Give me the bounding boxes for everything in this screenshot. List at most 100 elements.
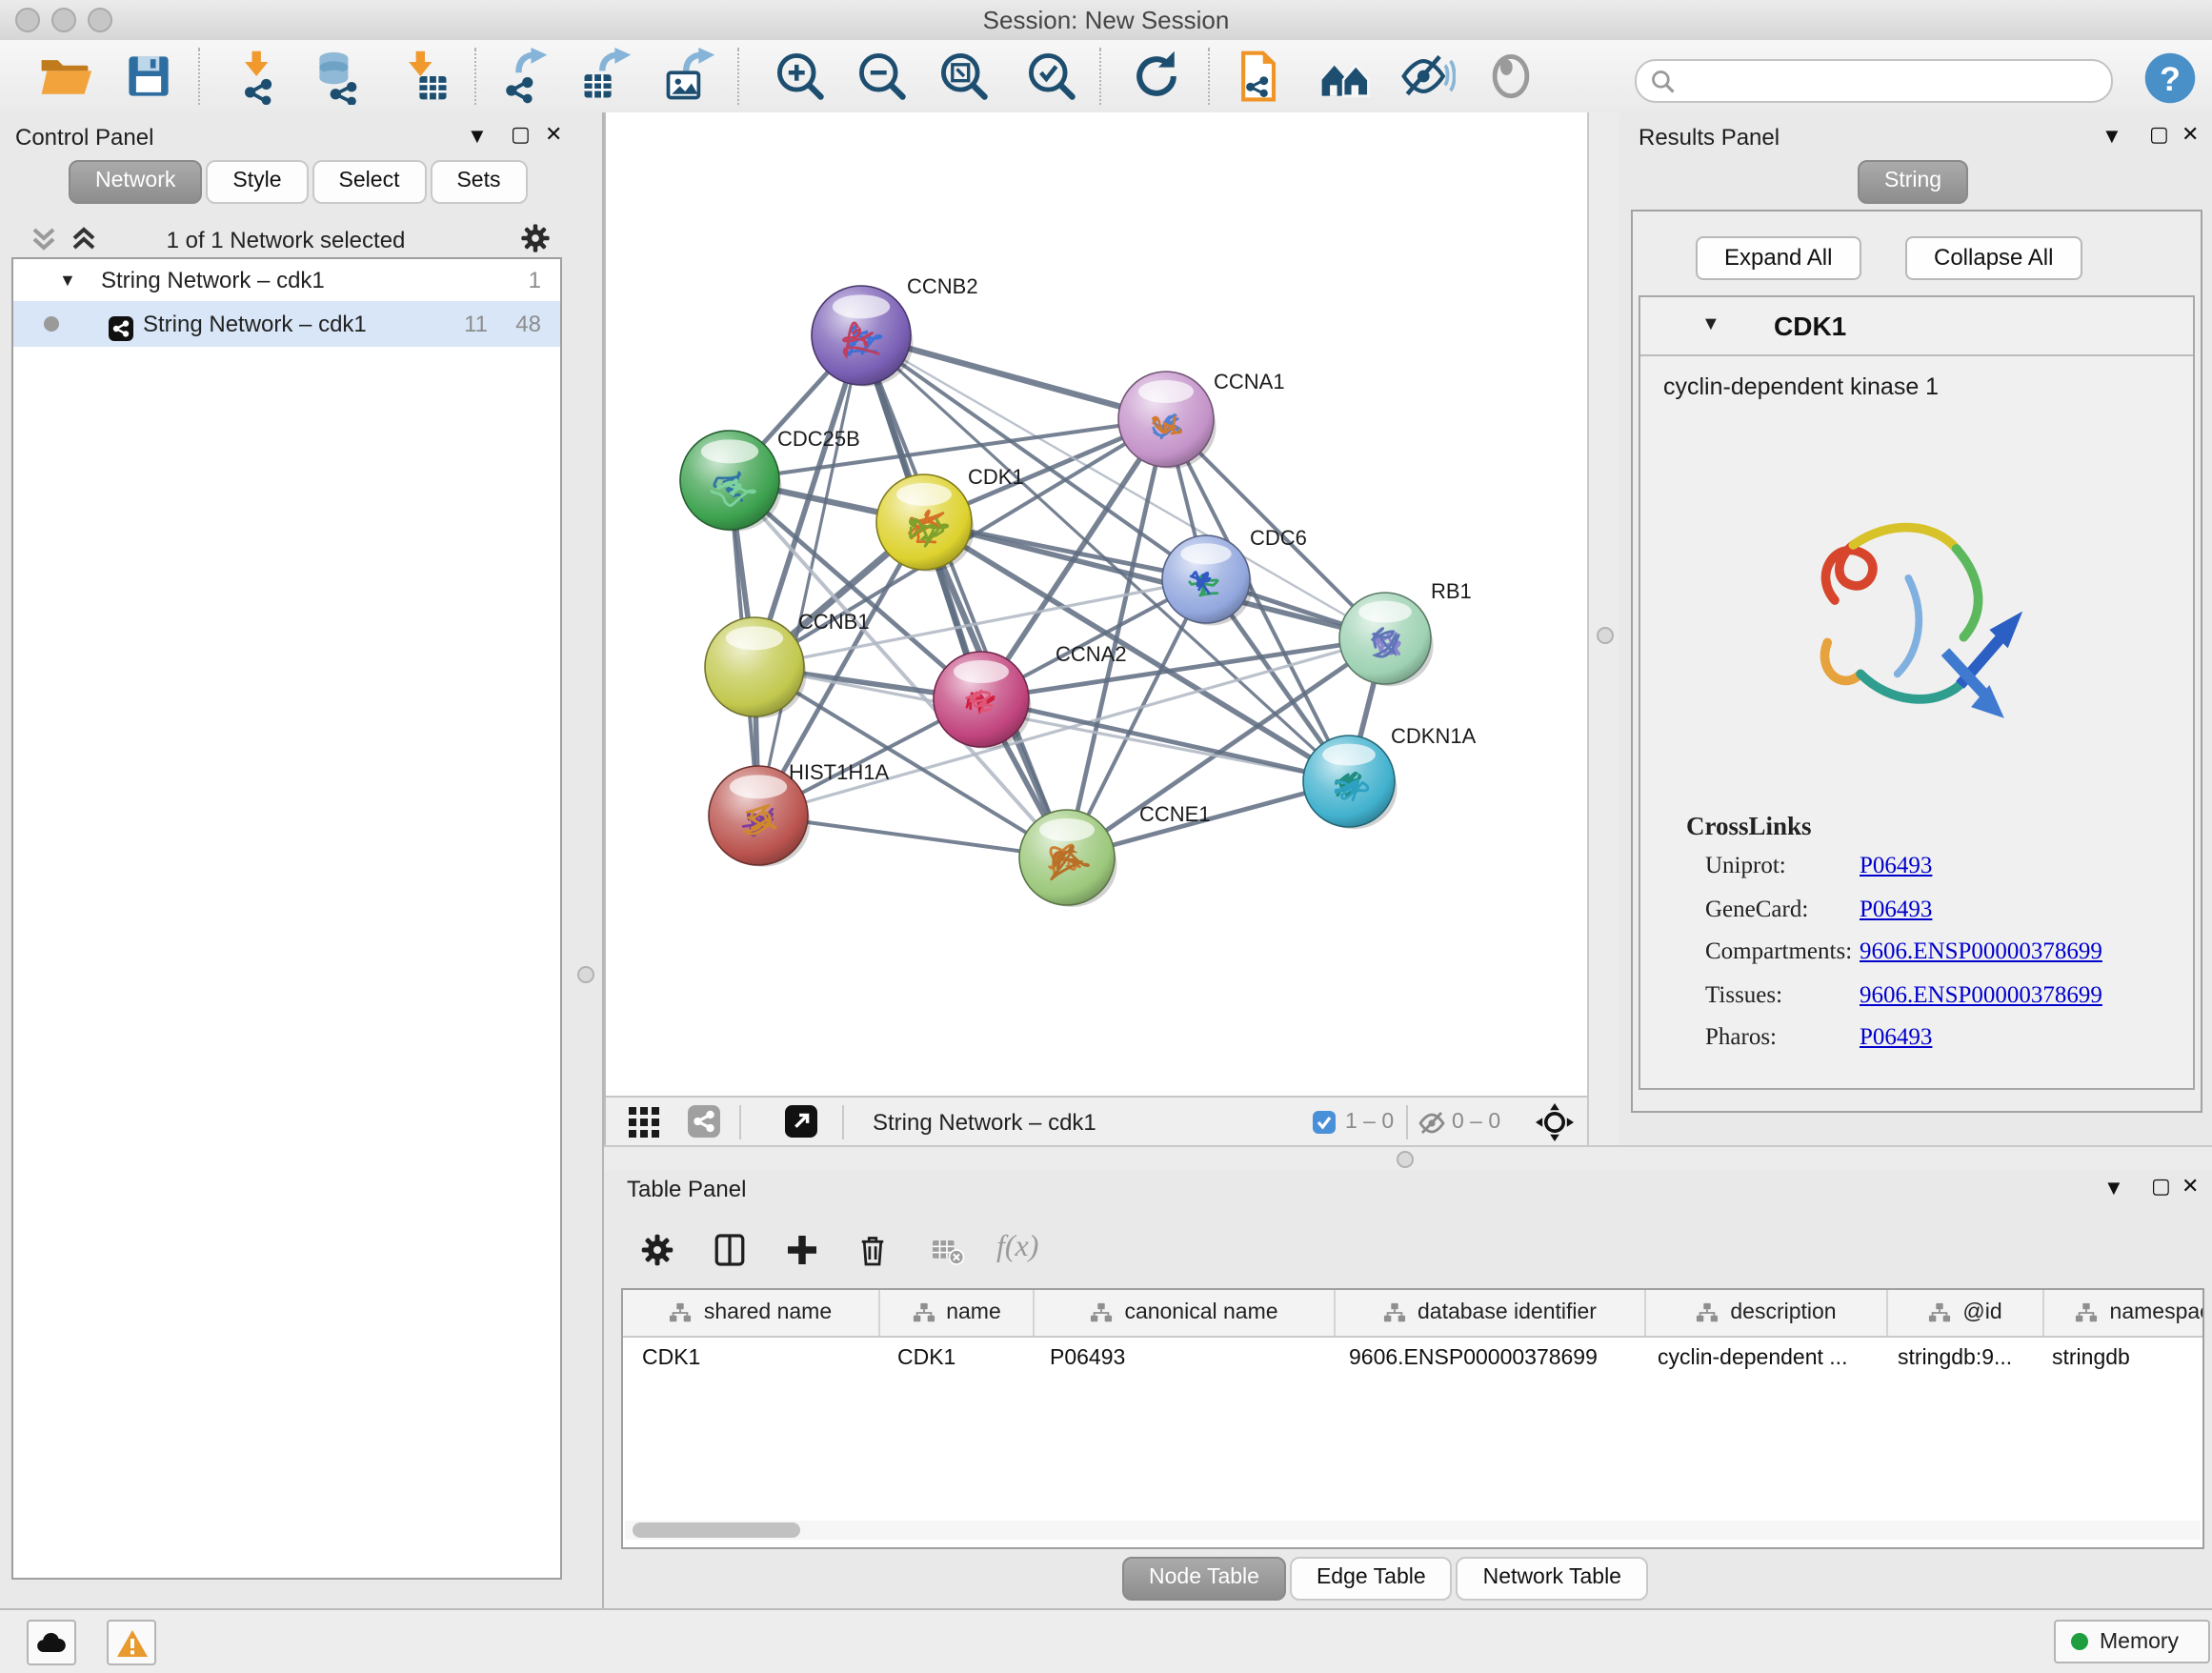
column-header-description[interactable]: description xyxy=(1646,1290,1888,1336)
node-CCNB1[interactable] xyxy=(705,617,806,718)
node-CDK1[interactable] xyxy=(876,474,975,572)
edge-CCNA2-CDKN1A[interactable] xyxy=(981,699,1349,781)
open-file-icon[interactable] xyxy=(36,48,93,105)
close-panel-icon[interactable]: ✕ xyxy=(2182,122,2199,149)
collapse-all-button[interactable]: Collapse All xyxy=(1905,236,2081,280)
import-table-icon[interactable] xyxy=(396,48,453,105)
network-canvas[interactable]: CCNB2CCNA1CDC25BCDK1CDC6RB1CCNB1CCNA2CDK… xyxy=(606,112,1589,1096)
memory-button[interactable]: Memory xyxy=(2054,1620,2210,1663)
section-expander-icon[interactable]: ▼ xyxy=(1701,314,1720,335)
network-status-dot-icon xyxy=(44,316,59,332)
warnings-button[interactable] xyxy=(107,1620,156,1665)
delete-column-icon[interactable] xyxy=(854,1231,892,1275)
copy-network-icon[interactable] xyxy=(1231,48,1288,105)
export-table-icon[interactable] xyxy=(577,48,634,105)
tab-style[interactable]: Style xyxy=(206,160,308,204)
expand-all-button[interactable]: Expand All xyxy=(1696,236,1860,280)
network-row[interactable]: String Network – cdk1 11 48 xyxy=(13,301,560,347)
tab-string[interactable]: String xyxy=(1858,160,1968,204)
node-RB1[interactable] xyxy=(1339,593,1434,686)
zoom-out-icon[interactable] xyxy=(854,48,911,105)
tab-network-table[interactable]: Network Table xyxy=(1457,1557,1648,1601)
column-header-database-identifier[interactable]: database identifier xyxy=(1336,1290,1646,1336)
string-share-icon[interactable] xyxy=(688,1105,720,1143)
toolbar-separator xyxy=(1099,48,1101,105)
import-network-icon[interactable] xyxy=(231,48,288,105)
node-CCNB2[interactable] xyxy=(812,286,913,387)
table-options-gear-icon[interactable] xyxy=(638,1231,676,1275)
window-close-icon[interactable] xyxy=(15,8,40,32)
table-panel: Table Panel ▼ ▢ ✕ f(x) shared namenameca… xyxy=(604,1170,2212,1608)
open-in-browser-icon[interactable] xyxy=(785,1105,817,1143)
horizontal-splitter-handle[interactable] xyxy=(1397,1151,1414,1168)
selected-checkbox-icon[interactable] xyxy=(1313,1111,1336,1139)
refresh-icon[interactable] xyxy=(1128,48,1185,105)
import-database-icon[interactable] xyxy=(311,48,368,105)
close-panel-icon[interactable]: ✕ xyxy=(545,122,562,149)
node-CDC6[interactable] xyxy=(1162,535,1253,625)
vertical-splitter[interactable] xyxy=(1587,112,1623,1145)
edge-CCNB2-HIST1H1A[interactable] xyxy=(758,335,861,816)
show-columns-icon[interactable] xyxy=(711,1231,749,1275)
maximize-panel-icon[interactable]: ▢ xyxy=(2151,1174,2171,1200)
collection-expander-icon[interactable]: ▼ xyxy=(59,259,76,301)
column-header-shared-name[interactable]: shared name xyxy=(623,1290,880,1336)
cloud-button[interactable] xyxy=(27,1620,76,1665)
pan-crosshair-icon[interactable] xyxy=(1536,1103,1574,1147)
node-CCNA2[interactable] xyxy=(934,652,1032,749)
network-collection-row[interactable]: ▼ String Network – cdk1 1 xyxy=(13,259,560,301)
export-image-icon[interactable] xyxy=(661,48,718,105)
network-options-gear-icon[interactable] xyxy=(518,221,553,261)
node-CCNE1[interactable] xyxy=(1019,810,1117,907)
node-CCNA1[interactable] xyxy=(1118,372,1217,469)
crosslink-link[interactable]: 9606.ENSP00000378699 xyxy=(1860,981,2102,1010)
gene-name: CDK1 xyxy=(1774,311,1846,341)
maximize-panel-icon[interactable]: ▢ xyxy=(2149,122,2169,149)
table-row[interactable]: CDK1CDK1P064939606.ENSP00000378699cyclin… xyxy=(623,1338,2202,1380)
crosslink-link[interactable]: P06493 xyxy=(1860,1024,1932,1053)
crosslink-link[interactable]: P06493 xyxy=(1860,852,1932,880)
column-header-canonical-name[interactable]: canonical name xyxy=(1035,1290,1336,1336)
node-CDKN1A[interactable] xyxy=(1303,736,1398,829)
show-all-icon[interactable] xyxy=(1482,48,1539,105)
float-panel-icon[interactable]: ▼ xyxy=(467,124,488,151)
tab-edge-table[interactable]: Edge Table xyxy=(1290,1557,1453,1601)
float-panel-icon[interactable]: ▼ xyxy=(2103,1176,2124,1202)
results-panel-title: Results Panel xyxy=(1639,124,1780,151)
column-header-name[interactable]: name xyxy=(880,1290,1035,1336)
hidden-eye-slash-icon xyxy=(1418,1111,1446,1141)
main-toolbar: ? xyxy=(0,40,2212,114)
table-horizontal-scrollbar[interactable] xyxy=(625,1521,2201,1540)
tab-select[interactable]: Select xyxy=(312,160,427,204)
hide-selected-icon[interactable] xyxy=(1398,48,1456,105)
add-column-icon[interactable] xyxy=(783,1231,821,1275)
warning-icon xyxy=(115,1628,148,1657)
crosslink-link[interactable]: P06493 xyxy=(1860,895,1932,923)
window-minimize-icon[interactable] xyxy=(51,8,76,32)
tab-network[interactable]: Network xyxy=(69,160,202,204)
help-icon[interactable]: ? xyxy=(2142,50,2191,99)
birdseye-grid-icon[interactable] xyxy=(629,1107,659,1143)
search-input[interactable] xyxy=(1682,63,2100,99)
zoom-fit-icon[interactable] xyxy=(935,48,993,105)
crosslink-link[interactable]: 9606.ENSP00000378699 xyxy=(1860,937,2102,966)
tab-sets[interactable]: Sets xyxy=(430,160,527,204)
zoom-selected-icon[interactable] xyxy=(1023,48,1080,105)
float-panel-icon[interactable]: ▼ xyxy=(2101,124,2122,151)
export-network-icon[interactable] xyxy=(495,48,553,105)
vertical-splitter-handle[interactable] xyxy=(1597,627,1614,644)
zoom-in-icon[interactable] xyxy=(772,48,829,105)
tab-node-table[interactable]: Node Table xyxy=(1122,1557,1286,1601)
save-session-icon[interactable] xyxy=(120,48,177,105)
maximize-panel-icon[interactable]: ▢ xyxy=(511,122,531,149)
control-panel-tabs: NetworkStyleSelectSets xyxy=(69,160,532,204)
window-zoom-icon[interactable] xyxy=(88,8,112,32)
column-header--id[interactable]: @id xyxy=(1888,1290,2044,1336)
network-label: String Network – cdk1 xyxy=(143,301,367,347)
close-panel-icon[interactable]: ✕ xyxy=(2182,1174,2199,1200)
edge-CCNA1-CCNE1[interactable] xyxy=(1067,419,1166,857)
first-neighbors-icon[interactable] xyxy=(1317,48,1374,105)
node-CDC25B[interactable] xyxy=(680,431,781,532)
column-header-namespace[interactable]: namespace xyxy=(2044,1290,2204,1336)
left-splitter-handle[interactable] xyxy=(577,966,594,983)
